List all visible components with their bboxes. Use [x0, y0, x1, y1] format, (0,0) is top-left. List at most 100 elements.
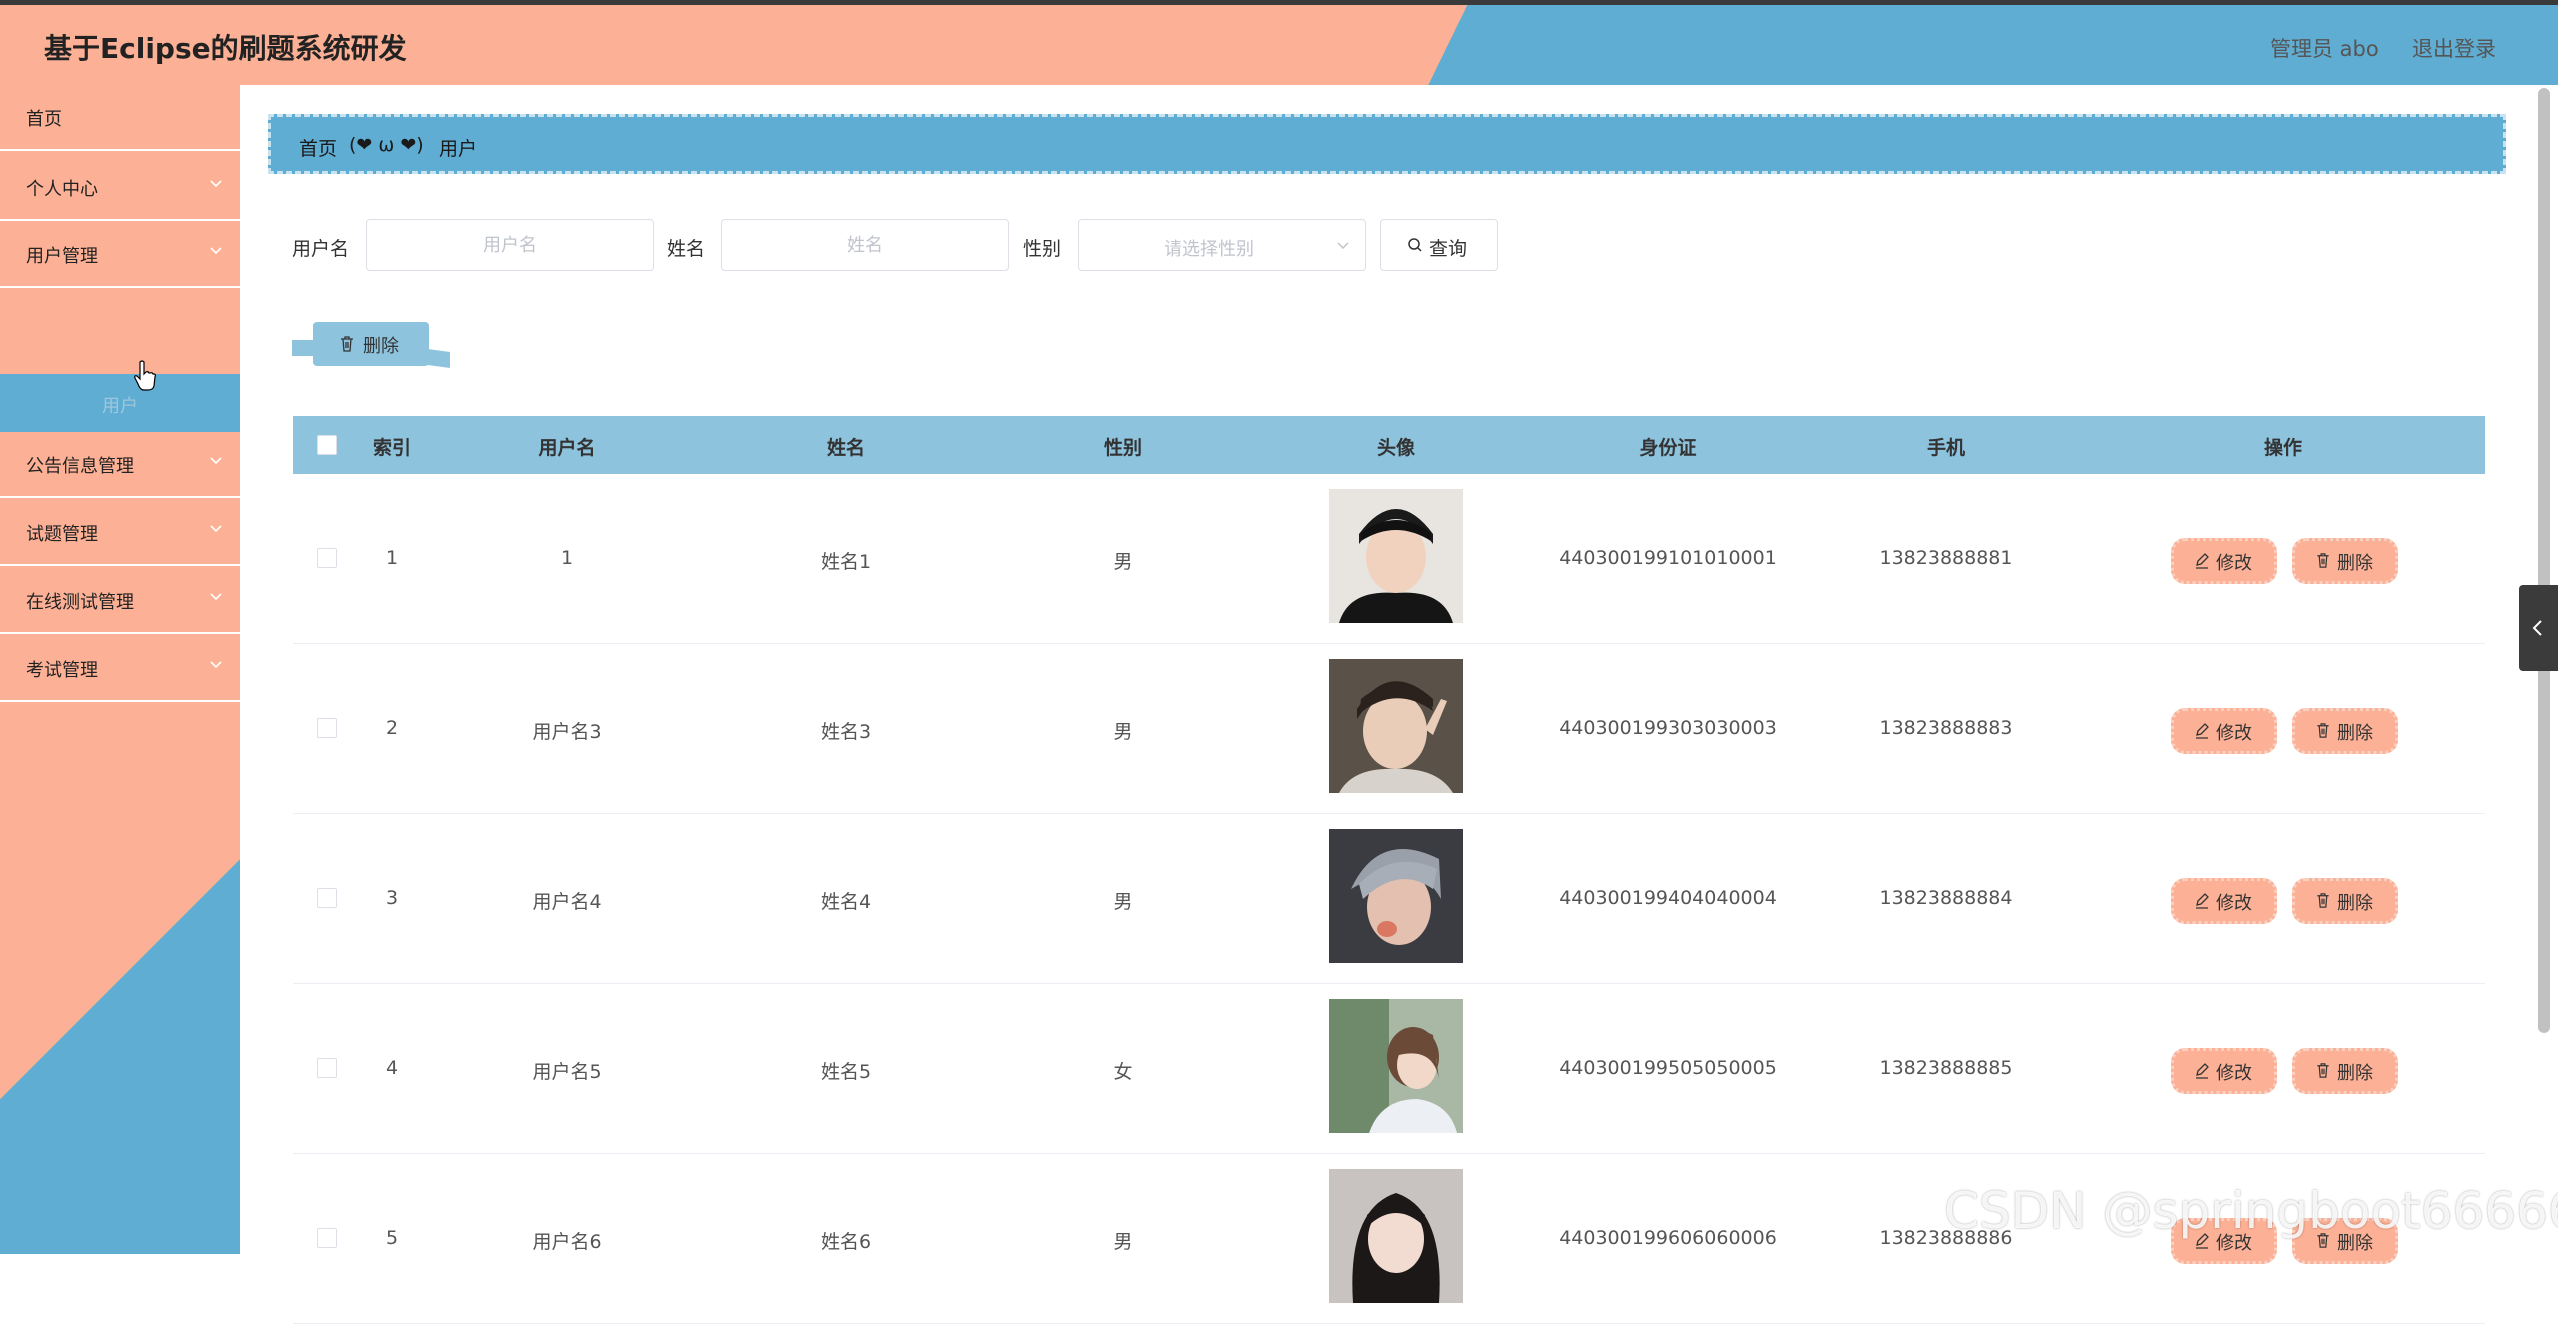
chevron-down-icon — [210, 247, 222, 255]
edit-button[interactable]: 修改 — [2171, 1048, 2277, 1094]
edit-button-label: 修改 — [2216, 893, 2252, 914]
trash-icon — [341, 336, 353, 352]
edit-icon — [2196, 723, 2209, 739]
chevron-left-icon — [2532, 620, 2542, 636]
cell-idcard: 440300199505050005 — [1559, 1057, 1777, 1079]
column-header-name: 姓名 — [826, 437, 866, 459]
cell-gender: 男 — [1113, 1231, 1133, 1253]
delete-button-label: 删除 — [2337, 1063, 2373, 1084]
gender-select-placeholder: 请选择性别 — [1164, 239, 1254, 260]
column-header-idcard: 身份证 — [1639, 437, 1697, 459]
breadcrumb-separator: (❤ ω ❤) — [349, 134, 424, 156]
app-title: 基于Eclipse的刷题系统研发 — [44, 32, 407, 65]
delete-button-label: 删除 — [2337, 723, 2373, 744]
column-header-index: 索引 — [372, 437, 412, 459]
cell-idcard: 440300199101010001 — [1559, 547, 1777, 569]
watermark-text: CSDN @springboot666666 — [1944, 1182, 2558, 1240]
cell-username: 1 — [560, 547, 574, 569]
cell-name: 姓名6 — [820, 1231, 872, 1253]
trash-icon — [2317, 1063, 2329, 1078]
batch-delete-button[interactable]: 删除 — [313, 322, 429, 366]
sidebar-item-label: 考试管理 — [26, 660, 98, 681]
batch-delete-label: 删除 — [363, 336, 399, 357]
breadcrumb-current: 用户 — [439, 138, 478, 160]
avatar — [1329, 829, 1463, 963]
name-input[interactable] — [721, 219, 1009, 271]
cell-index: 4 — [385, 1057, 399, 1079]
table-row: 3 用户名4 姓名4 男 440300199404040004 13823888… — [293, 814, 2485, 984]
sidebar-item-label: 公告信息管理 — [26, 456, 134, 477]
edit-button[interactable]: 修改 — [2171, 708, 2277, 754]
cell-phone: 13823888881 — [1879, 547, 2013, 569]
delete-button[interactable]: 删除 — [2292, 878, 2398, 924]
trash-icon — [2317, 723, 2329, 738]
sidebar-subitem-user[interactable]: 用户 — [0, 374, 240, 432]
sidebar-item-label: 试题管理 — [26, 524, 98, 545]
username-label: 用户名 — [292, 238, 350, 260]
side-panel-toggle[interactable] — [2519, 585, 2558, 671]
admin-user-label: 管理员 abo — [2270, 37, 2379, 61]
cell-index: 5 — [385, 1227, 399, 1249]
chevron-down-icon — [210, 593, 222, 601]
gender-label: 性别 — [1023, 238, 1062, 260]
delete-button[interactable]: 删除 — [2292, 708, 2398, 754]
column-header-phone: 手机 — [1926, 437, 1966, 459]
sidebar-item-questions[interactable]: 试题管理 — [0, 500, 240, 566]
column-header-gender: 性别 — [1103, 437, 1143, 459]
breadcrumb-home[interactable]: 首页 — [299, 134, 337, 161]
sidebar-item-user-management[interactable]: 用户管理 — [0, 222, 240, 288]
cell-name: 姓名4 — [820, 891, 872, 913]
edit-icon — [2196, 893, 2209, 909]
edit-button[interactable]: 修改 — [2171, 878, 2277, 924]
sidebar-item-exams[interactable]: 考试管理 — [0, 636, 240, 702]
cell-gender: 女 — [1113, 1061, 1133, 1083]
cell-username: 用户名3 — [532, 721, 602, 743]
query-button[interactable]: 查询 — [1380, 219, 1498, 271]
cell-index: 2 — [385, 717, 399, 739]
sidebar-item-personal-center[interactable]: 个人中心 — [0, 155, 240, 221]
column-header-actions: 操作 — [2263, 437, 2303, 459]
username-input[interactable] — [366, 219, 654, 271]
search-icon — [1408, 238, 1422, 252]
avatar — [1329, 1169, 1463, 1303]
name-label: 姓名 — [667, 238, 706, 260]
sidebar-item-label: 首页 — [26, 109, 62, 130]
edit-icon — [2196, 1063, 2209, 1079]
row-checkbox[interactable] — [317, 548, 337, 568]
cell-index: 3 — [385, 887, 399, 909]
cell-idcard: 440300199404040004 — [1559, 887, 1777, 909]
sidebar-item-label: 在线测试管理 — [26, 592, 134, 613]
row-checkbox[interactable] — [317, 1058, 337, 1078]
column-header-avatar: 头像 — [1376, 437, 1416, 459]
row-checkbox[interactable] — [317, 718, 337, 738]
table-row: 2 用户名3 姓名3 男 440300199303030003 13823888… — [293, 644, 2485, 814]
gender-select[interactable]: 请选择性别 — [1078, 219, 1366, 271]
cell-username: 用户名6 — [532, 1231, 602, 1253]
sidebar-item-label: 个人中心 — [26, 179, 98, 200]
row-checkbox[interactable] — [317, 888, 337, 908]
cell-username: 用户名4 — [532, 891, 602, 913]
edit-button[interactable]: 修改 — [2171, 538, 2277, 584]
logout-link[interactable]: 退出登录 — [2412, 33, 2496, 63]
header: 基于Eclipse的刷题系统研发 管理员 abo 退出登录 — [0, 5, 2558, 85]
cell-name: 姓名3 — [820, 721, 872, 743]
sidebar-item-home[interactable]: 首页 — [0, 85, 240, 151]
chevron-down-icon — [1337, 242, 1349, 250]
delete-button[interactable]: 删除 — [2292, 538, 2398, 584]
avatar — [1329, 659, 1463, 793]
breadcrumb: 首页 (❤ ω ❤) 用户 — [268, 114, 2506, 174]
row-checkbox[interactable] — [317, 1228, 337, 1248]
edit-icon — [2196, 553, 2209, 569]
edit-button-label: 修改 — [2216, 723, 2252, 744]
sidebar-item-online-test[interactable]: 在线测试管理 — [0, 568, 240, 634]
sidebar-item-announcements[interactable]: 公告信息管理 — [0, 432, 240, 498]
cell-index: 1 — [385, 547, 399, 569]
trash-icon — [2317, 893, 2329, 908]
edit-button-label: 修改 — [2216, 1063, 2252, 1084]
chevron-down-icon — [210, 661, 222, 669]
cell-name: 姓名5 — [820, 1061, 872, 1083]
select-all-checkbox[interactable] — [317, 435, 337, 455]
avatar — [1329, 489, 1463, 623]
delete-button[interactable]: 删除 — [2292, 1048, 2398, 1094]
page-scrollbar[interactable] — [2538, 88, 2550, 1033]
